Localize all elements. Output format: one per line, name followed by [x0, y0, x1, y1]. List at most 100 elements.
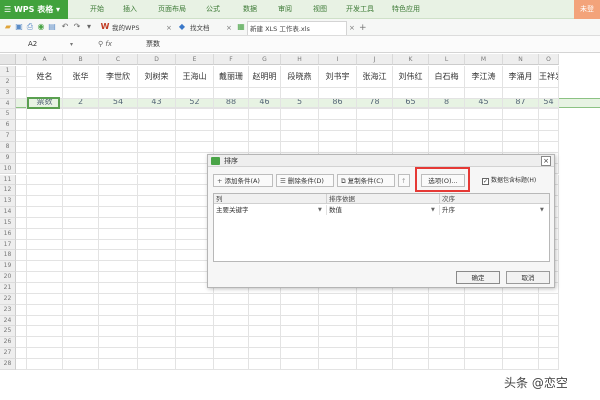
row-header[interactable]: 9 — [0, 152, 16, 164]
grid-cell[interactable] — [63, 141, 99, 153]
column-header[interactable]: A — [27, 54, 63, 65]
grid-cell[interactable] — [63, 228, 99, 240]
grid-cell[interactable] — [429, 131, 465, 142]
grid-cell[interactable] — [63, 315, 99, 327]
grid-cell[interactable] — [99, 207, 138, 218]
grid-cell[interactable] — [503, 141, 539, 153]
grid-cell[interactable] — [429, 304, 465, 316]
grid-cell[interactable] — [16, 337, 27, 349]
preview-icon[interactable]: ◉ — [36, 22, 46, 32]
grid-cell[interactable] — [503, 87, 539, 99]
tab-find-document[interactable]: 找文档 — [188, 21, 210, 35]
grid-cell[interactable] — [138, 217, 176, 229]
cancel-button[interactable]: 取消 — [506, 271, 550, 284]
grid-cell[interactable] — [27, 185, 63, 197]
grid-cell[interactable] — [176, 131, 214, 142]
column-select[interactable]: 主要关键字 ▼ — [214, 205, 327, 215]
grid-cell[interactable] — [281, 304, 319, 316]
grid-cell[interactable] — [429, 98, 465, 110]
column-header[interactable]: F — [214, 54, 249, 65]
grid-cell[interactable] — [99, 293, 138, 305]
has-header-option[interactable]: ✓ 数据包含标题(H) — [482, 174, 550, 187]
row-header[interactable]: 15 — [0, 217, 16, 229]
grid-cell[interactable] — [27, 358, 63, 370]
sort-on-select[interactable]: 数值 ▼ — [327, 205, 440, 215]
grid-cell[interactable] — [138, 293, 176, 305]
grid-cell[interactable] — [539, 87, 559, 99]
grid-cell[interactable] — [63, 131, 99, 142]
grid-cell[interactable] — [465, 109, 503, 121]
grid-cell[interactable] — [27, 326, 63, 338]
grid-cell[interactable] — [393, 326, 429, 338]
grid-cell[interactable] — [63, 261, 99, 273]
grid-cell[interactable] — [249, 348, 281, 359]
grid-cell[interactable] — [319, 109, 357, 121]
grid-cell[interactable] — [319, 131, 357, 142]
grid-cell[interactable] — [393, 98, 429, 110]
grid-cell[interactable] — [281, 87, 319, 99]
grid-cell[interactable] — [319, 87, 357, 99]
grid-cell[interactable] — [27, 239, 63, 251]
grid-cell[interactable] — [99, 348, 138, 359]
column-header[interactable]: N — [503, 54, 539, 65]
grid-cell[interactable] — [429, 87, 465, 99]
grid-cell[interactable] — [319, 315, 357, 327]
column-header[interactable]: O — [539, 54, 559, 65]
row-header[interactable]: 3 — [0, 87, 16, 99]
grid-cell[interactable] — [357, 326, 393, 338]
grid-cell[interactable] — [16, 315, 27, 327]
column-header[interactable]: J — [357, 54, 393, 65]
grid-cell[interactable] — [63, 87, 99, 99]
row-header[interactable]: 28 — [0, 358, 16, 370]
grid-cell[interactable] — [138, 315, 176, 327]
grid-cell[interactable] — [503, 315, 539, 327]
grid-cell[interactable] — [16, 196, 27, 208]
grid-cell[interactable] — [249, 131, 281, 142]
grid-cell[interactable] — [357, 109, 393, 121]
grid-cell[interactable] — [63, 239, 99, 251]
grid-cell[interactable] — [16, 131, 27, 142]
grid-cell[interactable] — [63, 152, 99, 164]
grid-cell[interactable] — [429, 358, 465, 370]
grid-cell[interactable] — [63, 348, 99, 359]
grid-cell[interactable] — [465, 98, 503, 110]
grid-cell[interactable] — [138, 283, 176, 294]
column-header[interactable]: H — [281, 54, 319, 65]
cell-name[interactable]: 白石梅 — [429, 66, 465, 88]
grid-cell[interactable] — [429, 315, 465, 327]
grid-cell[interactable] — [281, 109, 319, 121]
grid-cell[interactable] — [539, 141, 559, 153]
grid-cell[interactable] — [357, 337, 393, 349]
column-header[interactable]: G — [249, 54, 281, 65]
grid-cell[interactable] — [393, 141, 429, 153]
grid-cell[interactable] — [16, 250, 27, 262]
grid-cell[interactable] — [16, 98, 27, 110]
row-header[interactable]: 20 — [0, 272, 16, 283]
grid-cell[interactable] — [393, 293, 429, 305]
grid-cell[interactable] — [357, 141, 393, 153]
grid-cell[interactable] — [27, 120, 63, 132]
row-header[interactable]: 16 — [0, 228, 16, 240]
grid-cell[interactable] — [27, 293, 63, 305]
grid-cell[interactable] — [16, 293, 27, 305]
grid-cell[interactable] — [503, 120, 539, 132]
grid-cell[interactable] — [138, 98, 176, 110]
row-header[interactable]: 11 — [0, 174, 16, 186]
row-header[interactable]: 6 — [0, 120, 16, 132]
menu-page-layout[interactable]: 页面布局 — [158, 0, 186, 19]
grid-cell[interactable] — [393, 131, 429, 142]
grid-cell[interactable] — [16, 174, 27, 186]
grid-cell[interactable] — [63, 98, 99, 110]
cell-name[interactable]: 李世欣 — [99, 66, 138, 88]
row-header[interactable]: 24 — [0, 315, 16, 327]
grid-cell[interactable] — [16, 163, 27, 175]
grid-cell[interactable] — [539, 348, 559, 359]
close-icon[interactable]: × — [166, 21, 172, 35]
grid-cell[interactable] — [281, 120, 319, 132]
grid-cell[interactable] — [357, 304, 393, 316]
cell-name[interactable]: 李江涛 — [465, 66, 503, 88]
grid-cell[interactable] — [249, 304, 281, 316]
grid-cell[interactable] — [319, 304, 357, 316]
grid-cell[interactable] — [176, 304, 214, 316]
grid-cell[interactable] — [27, 283, 63, 294]
